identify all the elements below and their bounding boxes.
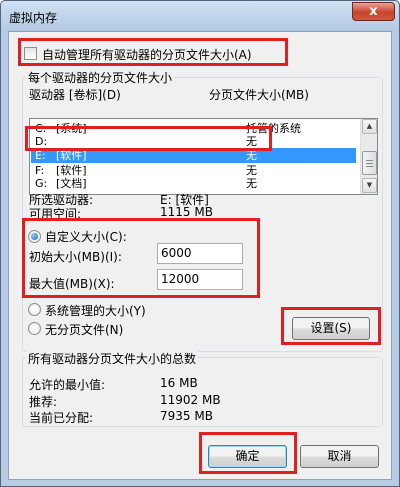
column-header-drive: 驱动器 [卷标](D)	[29, 88, 121, 102]
highlight-ok-button	[199, 432, 297, 474]
highlight-selected-drive	[25, 126, 272, 151]
system-managed-label[interactable]: 系统管理的大小(Y)	[45, 302, 146, 319]
scroll-up-button[interactable]: ▲	[362, 119, 377, 134]
grip-line	[366, 163, 373, 164]
list-scrollbar[interactable]: ▲ ▼	[360, 119, 377, 194]
recommended-label: 推荐:	[29, 395, 58, 409]
system-managed-radio[interactable]	[28, 303, 41, 316]
dialog-client-area: 自动管理所有驱动器的分页文件大小(A) 每个驱动器的分页文件大小 驱动器 [卷标…	[8, 31, 392, 480]
allocated-label: 当前已分配:	[29, 411, 94, 425]
title-bar[interactable]: 虚拟内存 x	[1, 1, 399, 31]
grip-line	[366, 166, 373, 167]
highlight-custom-size	[22, 218, 260, 298]
list-item[interactable]: G: [文档] 无	[31, 177, 356, 190]
totals-group-legend: 所有驱动器分页文件大小的总数	[26, 350, 199, 367]
column-header-size: 分页文件大小(MB)	[209, 88, 309, 102]
allocated-value: 7935 MB	[160, 409, 213, 423]
close-icon: x	[369, 4, 378, 19]
grip-line	[366, 160, 373, 161]
arrow-up-icon: ▲	[366, 122, 373, 130]
scroll-thumb[interactable]	[362, 151, 377, 175]
list-item[interactable]: F: [软件] 无	[31, 164, 356, 177]
scroll-down-button[interactable]: ▼	[362, 178, 377, 193]
arrow-down-icon: ▼	[366, 181, 373, 189]
close-button[interactable]: x	[352, 2, 395, 21]
no-paging-radio[interactable]	[28, 322, 41, 335]
recommended-value: 11902 MB	[160, 393, 221, 407]
highlight-auto-manage	[18, 38, 288, 66]
no-paging-label[interactable]: 无分页文件(N)	[45, 321, 123, 338]
drives-group-legend: 每个驱动器的分页文件大小	[26, 69, 175, 86]
cancel-button[interactable]: 取消	[300, 445, 379, 468]
free-space-value: 1115 MB	[160, 205, 213, 219]
min-size-label: 允许的最小值:	[29, 378, 106, 392]
highlight-set-button	[281, 307, 381, 345]
window-title: 虚拟内存	[9, 11, 58, 25]
min-size-value: 16 MB	[160, 376, 198, 390]
virtual-memory-dialog: 虚拟内存 x 自动管理所有驱动器的分页文件大小(A) 每个驱动器的分页文件大小 …	[0, 0, 400, 487]
